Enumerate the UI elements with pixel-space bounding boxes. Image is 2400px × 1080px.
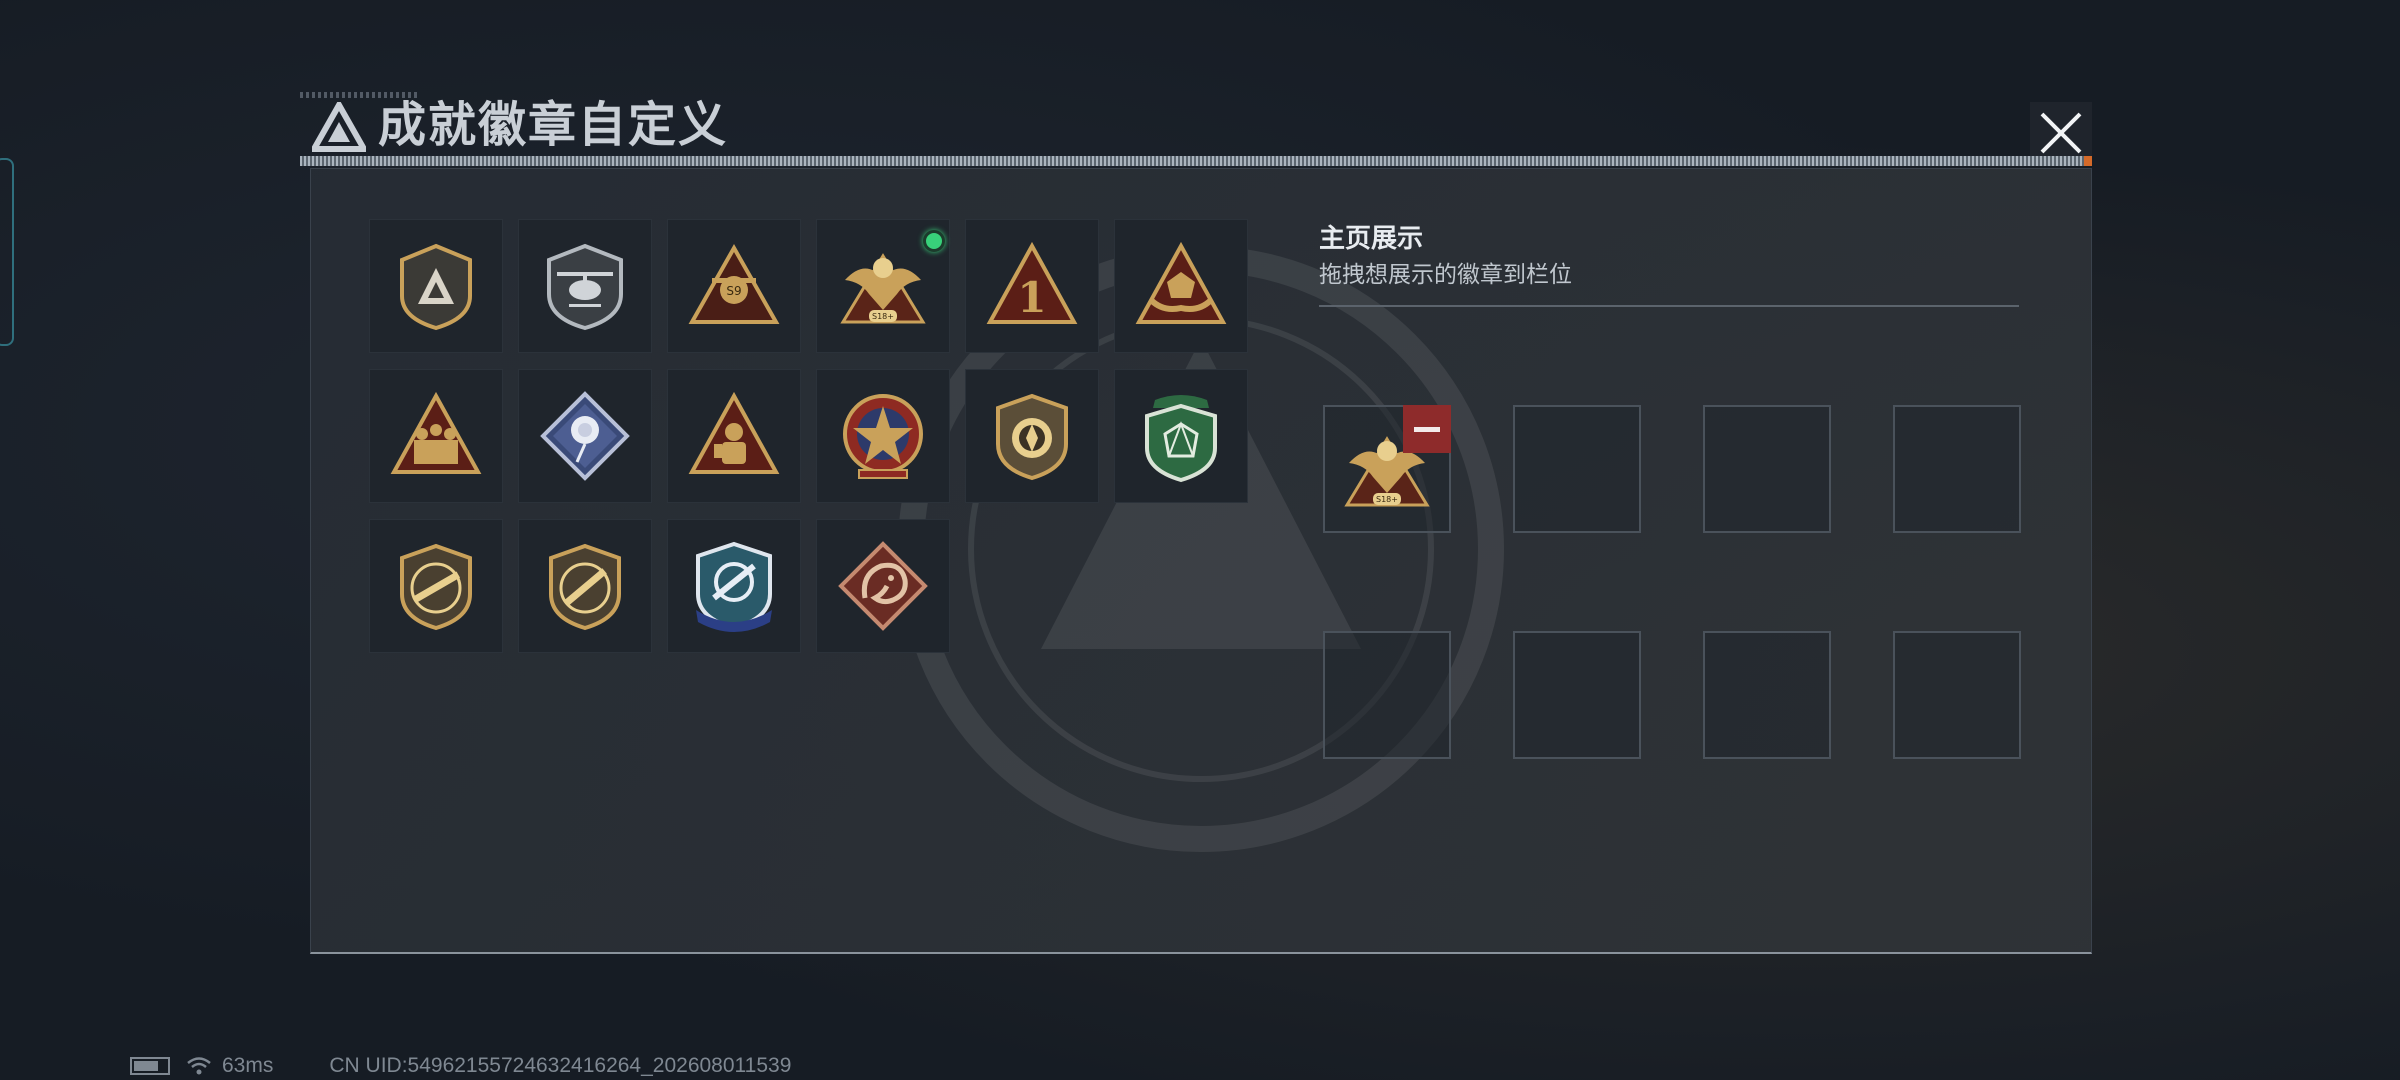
badge-tile[interactable] [369, 369, 503, 503]
ping-readout: 63ms [222, 1054, 274, 1077]
uid-readout: CN UID:5496215572463241626­4_20260801153… [329, 1054, 792, 1077]
showcase-slot[interactable] [1703, 631, 1831, 759]
badge-collection-grid: S9 S18+ 1 [369, 219, 1269, 653]
showcase-instructions: 拖拽想展示的徽章到栏位 [1319, 261, 1572, 287]
badge-tile[interactable] [518, 219, 652, 353]
remove-badge-button[interactable] [1403, 405, 1451, 453]
badge-tile[interactable]: S18+ [816, 219, 950, 353]
badge-tile[interactable]: S9 [667, 219, 801, 353]
rifle-shield-badge-icon-1 [400, 543, 472, 631]
wifi-icon [187, 1057, 211, 1075]
badge-panel: S9 S18+ 1 主页展示 拖拽想展示的徽章到栏位 S18+ [310, 168, 2092, 954]
svg-text:1: 1 [1017, 273, 1046, 322]
equipped-indicator [923, 230, 945, 252]
delta-logo-icon [312, 102, 366, 152]
blue-crosshair-shield-badge-icon [696, 541, 772, 632]
status-bar: 63ms CN UID:5496215572463241626­4_202608… [130, 1054, 791, 1078]
badge-tile[interactable] [965, 369, 1099, 503]
side-drawer-tab[interactable] [0, 158, 14, 346]
badge-tile[interactable] [369, 519, 503, 653]
showcase-divider [1319, 305, 2019, 307]
s9-triangle-badge-icon: S9 [688, 243, 780, 324]
badge-tile[interactable] [1114, 219, 1248, 353]
close-icon [2040, 112, 2082, 154]
showcase-slot[interactable]: S18+ [1323, 405, 1451, 533]
screen: 成就徽章自定义 S9 S18+ 1 主页展示 拖拽想展示的徽章到栏位 S18+ [0, 0, 2400, 1080]
badge-tile[interactable] [1114, 369, 1248, 503]
hazmat-triangle-badge-icon [688, 391, 780, 474]
battery-icon [130, 1057, 170, 1075]
close-button[interactable] [2030, 102, 2092, 164]
homepage-showcase: 主页展示 拖拽想展示的徽章到栏位 S18+ [1319, 221, 2029, 759]
showcase-slots: S18+ [1323, 405, 2021, 759]
eagle-crest-badge-icon: S18+ [840, 253, 926, 324]
badge-tile[interactable] [667, 369, 801, 503]
delta-shield-badge-icon [400, 243, 472, 331]
number-one-triangle-badge-icon: 1 [986, 241, 1078, 324]
badge-tile[interactable] [667, 519, 801, 653]
showcase-slot[interactable] [1893, 631, 2021, 759]
svg-text:S18+: S18+ [1376, 495, 1398, 504]
svg-text:S9: S9 [726, 284, 741, 298]
badge-tile[interactable] [816, 369, 950, 503]
showcase-slot[interactable] [1893, 405, 2021, 533]
dialog-title: 成就徽章自定义 [378, 99, 729, 152]
helicopter-shield-badge-icon [547, 243, 623, 331]
showcase-slot[interactable] [1323, 631, 1451, 759]
showcase-slot[interactable] [1513, 631, 1641, 759]
header-divider [300, 156, 2092, 166]
crossed-arrows-shield-badge-icon [996, 393, 1068, 481]
gem-hands-triangle-badge-icon [1135, 241, 1227, 324]
green-gem-shield-badge-icon [1145, 395, 1217, 483]
badge-tile[interactable] [816, 519, 950, 653]
dragon-diamond-badge-icon [838, 541, 928, 631]
badge-tile[interactable] [518, 519, 652, 653]
rifle-shield-badge-icon-2 [549, 543, 621, 631]
svg-text:S18+: S18+ [872, 312, 894, 321]
badge-tile[interactable] [518, 369, 652, 503]
badge-tile[interactable] [369, 219, 503, 353]
showcase-title: 主页展示 [1319, 223, 1424, 253]
showcase-slot[interactable] [1513, 405, 1641, 533]
showcase-slot[interactable] [1703, 405, 1831, 533]
soldiers-triangle-badge-icon [390, 391, 482, 474]
minus-icon [1414, 426, 1440, 432]
dialog-header: 成就徽章自定义 [300, 88, 2092, 168]
star-medal-badge-icon [843, 394, 923, 479]
rose-diamond-badge-icon [540, 391, 630, 481]
badge-tile[interactable]: 1 [965, 219, 1099, 353]
